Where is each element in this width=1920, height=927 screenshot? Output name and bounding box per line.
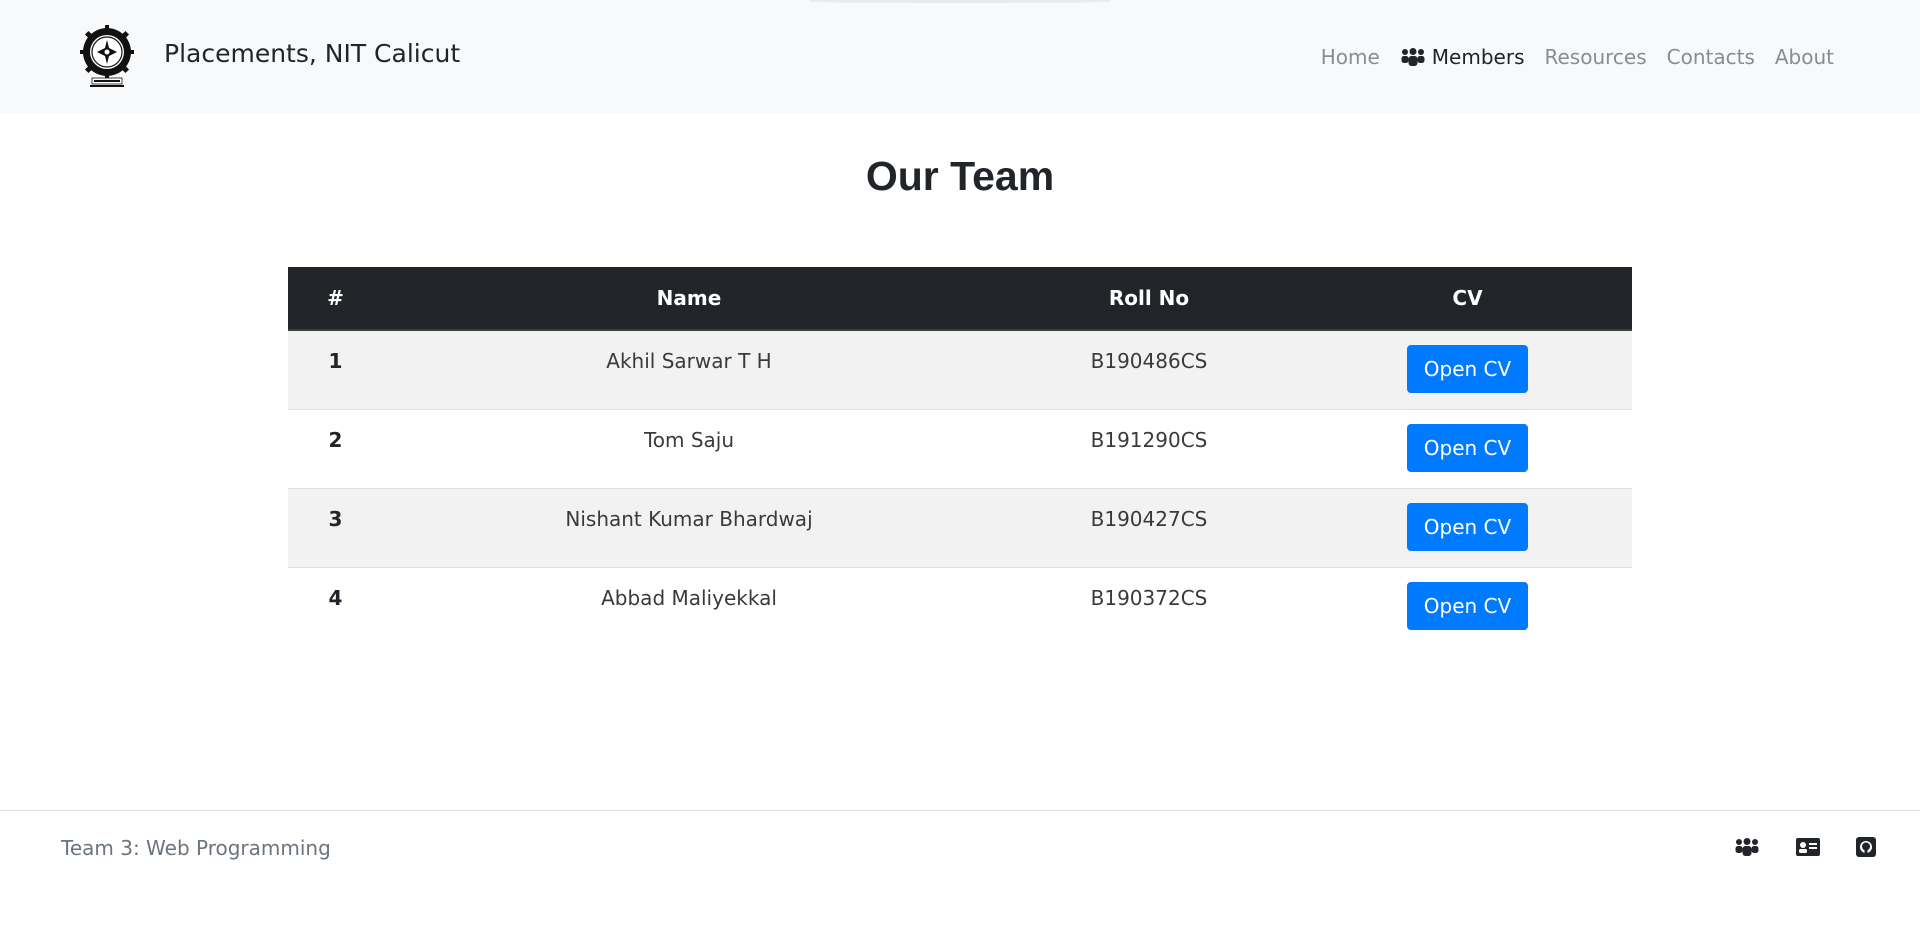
row-cv-cell: Open CV [1303, 488, 1632, 567]
footer: Team 3: Web Programming [0, 810, 1920, 927]
table-body: 1 Akhil Sarwar T H B190486CS Open CV 2 T… [288, 330, 1632, 646]
row-roll-no: B190427CS [1090, 506, 1208, 531]
nitc-emblem-logo[interactable] [76, 24, 138, 88]
nav-link-members[interactable]: Members [1400, 42, 1525, 72]
id-card-icon[interactable] [1796, 838, 1820, 856]
row-index: 1 [328, 349, 343, 373]
open-cv-button[interactable]: Open CV [1406, 581, 1529, 630]
footer-text: Team 3: Web Programming [61, 836, 331, 860]
brand-name[interactable]: Placements, NIT Calicut [164, 38, 460, 70]
table-header-row: # Name Roll No CV [288, 267, 1632, 331]
row-cv-cell: Open CV [1303, 567, 1632, 646]
users-icon[interactable] [1734, 838, 1760, 856]
nav-links: Home Members Resources Contacts About [1321, 42, 1834, 72]
row-name: Akhil Sarwar T H [606, 349, 772, 373]
row-index: 4 [328, 585, 343, 610]
row-cv-cell: Open CV [1303, 330, 1632, 409]
open-cv-button[interactable]: Open CV [1406, 423, 1529, 472]
open-cv-button[interactable]: Open CV [1406, 345, 1529, 393]
table-row: 1 Akhil Sarwar T H B190486CS Open CV [288, 330, 1632, 409]
users-icon [1400, 48, 1426, 66]
row-cv-cell: Open CV [1303, 409, 1632, 488]
navbar: Placements, NIT Calicut Home Members Res… [0, 0, 1920, 113]
open-cv-button[interactable]: Open CV [1406, 502, 1529, 551]
row-name: Tom Saju [643, 427, 735, 452]
table-row: 3 Nishant Kumar Bhardwaj B190427CS Open … [288, 488, 1632, 567]
table-header: # Name Roll No CV [288, 267, 1632, 331]
nav-link-home-label: Home [1320, 45, 1380, 69]
table-row: 4 Abbad Maliyekkal B190372CS Open CV [288, 567, 1632, 646]
row-index: 2 [328, 427, 343, 452]
footer-icons [1734, 837, 1876, 857]
header-name: Name [383, 267, 995, 331]
header-cv: CV [1303, 267, 1632, 331]
header-roll-no: Roll No [995, 267, 1303, 331]
nav-link-about[interactable]: About [1775, 42, 1834, 72]
row-roll-no: B190372CS [1090, 585, 1208, 610]
nav-link-about-label: About [1774, 45, 1834, 69]
nav-link-members-label: Members [1431, 45, 1525, 69]
github-icon[interactable] [1856, 837, 1876, 857]
table-row: 2 Tom Saju B191290CS Open CV [288, 409, 1632, 488]
nav-link-home[interactable]: Home [1321, 42, 1380, 72]
nav-link-contacts[interactable]: Contacts [1667, 42, 1755, 72]
row-index: 3 [328, 506, 343, 531]
row-name: Abbad Maliyekkal [601, 585, 777, 610]
row-name: Nishant Kumar Bhardwaj [565, 506, 813, 531]
row-roll-no: B190486CS [1090, 349, 1208, 373]
nav-link-contacts-label: Contacts [1666, 45, 1755, 69]
page-title: Our Team [865, 153, 1055, 199]
nav-link-resources[interactable]: Resources [1544, 42, 1646, 72]
row-roll-no: B191290CS [1090, 427, 1208, 452]
header-index: # [288, 267, 383, 331]
nav-link-resources-label: Resources [1544, 45, 1647, 69]
navbar-top-shadow [810, 0, 1110, 3]
team-table: # Name Roll No CV 1 Akhil Sarwar T H B19… [288, 267, 1632, 646]
